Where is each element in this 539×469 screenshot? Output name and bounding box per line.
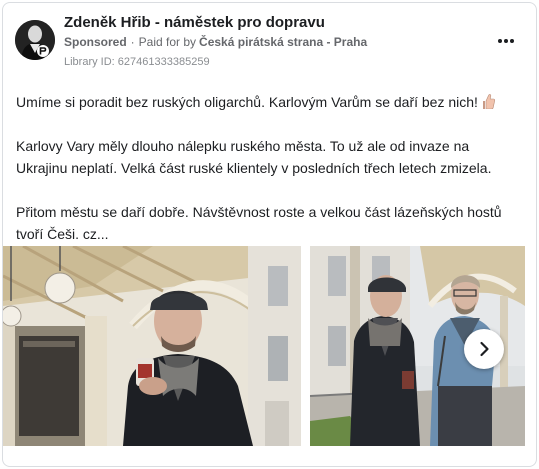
post-paragraph-text: Umíme si poradit bez ruských oligarchů. … [16, 94, 478, 110]
more-dot [504, 39, 508, 43]
post-text: Umíme si poradit bez ruských oligarchů. … [16, 91, 521, 245]
chevron-right-icon [480, 341, 489, 357]
post-paragraph: Umíme si poradit bez ruských oligarchů. … [16, 91, 521, 113]
post-paragraph: Přitom městu se daří dobře. Návštěvnost … [16, 204, 502, 242]
post-paragraph: Karlovy Vary měly dlouho nálepku ruského… [16, 138, 492, 176]
more-dot [510, 39, 514, 43]
author-name[interactable]: Zdeněk Hřib - náměstek pro dopravu [64, 14, 325, 31]
avatar[interactable] [15, 20, 55, 60]
sponsored-label: Sponsored [64, 35, 127, 49]
ad-card: Zdeněk Hřib - náměstek pro dopravu Spons… [2, 2, 537, 467]
separator-dot: · [130, 35, 135, 49]
advertiser-link[interactable]: Česká pirátská strana - Praha [199, 35, 367, 49]
paid-for-label: Paid for by [138, 35, 197, 49]
sponsored-line: Sponsored · Paid for by Česká pirátská s… [64, 35, 367, 49]
library-id: Library ID: 627461333385259 [64, 56, 210, 68]
more-dot [498, 39, 502, 43]
photo-man-in-colonnade[interactable] [3, 246, 301, 446]
carousel-next-button[interactable] [464, 329, 504, 369]
image-carousel [3, 246, 536, 446]
more-options-button[interactable] [493, 31, 519, 51]
thumbs-up-icon [482, 94, 495, 109]
